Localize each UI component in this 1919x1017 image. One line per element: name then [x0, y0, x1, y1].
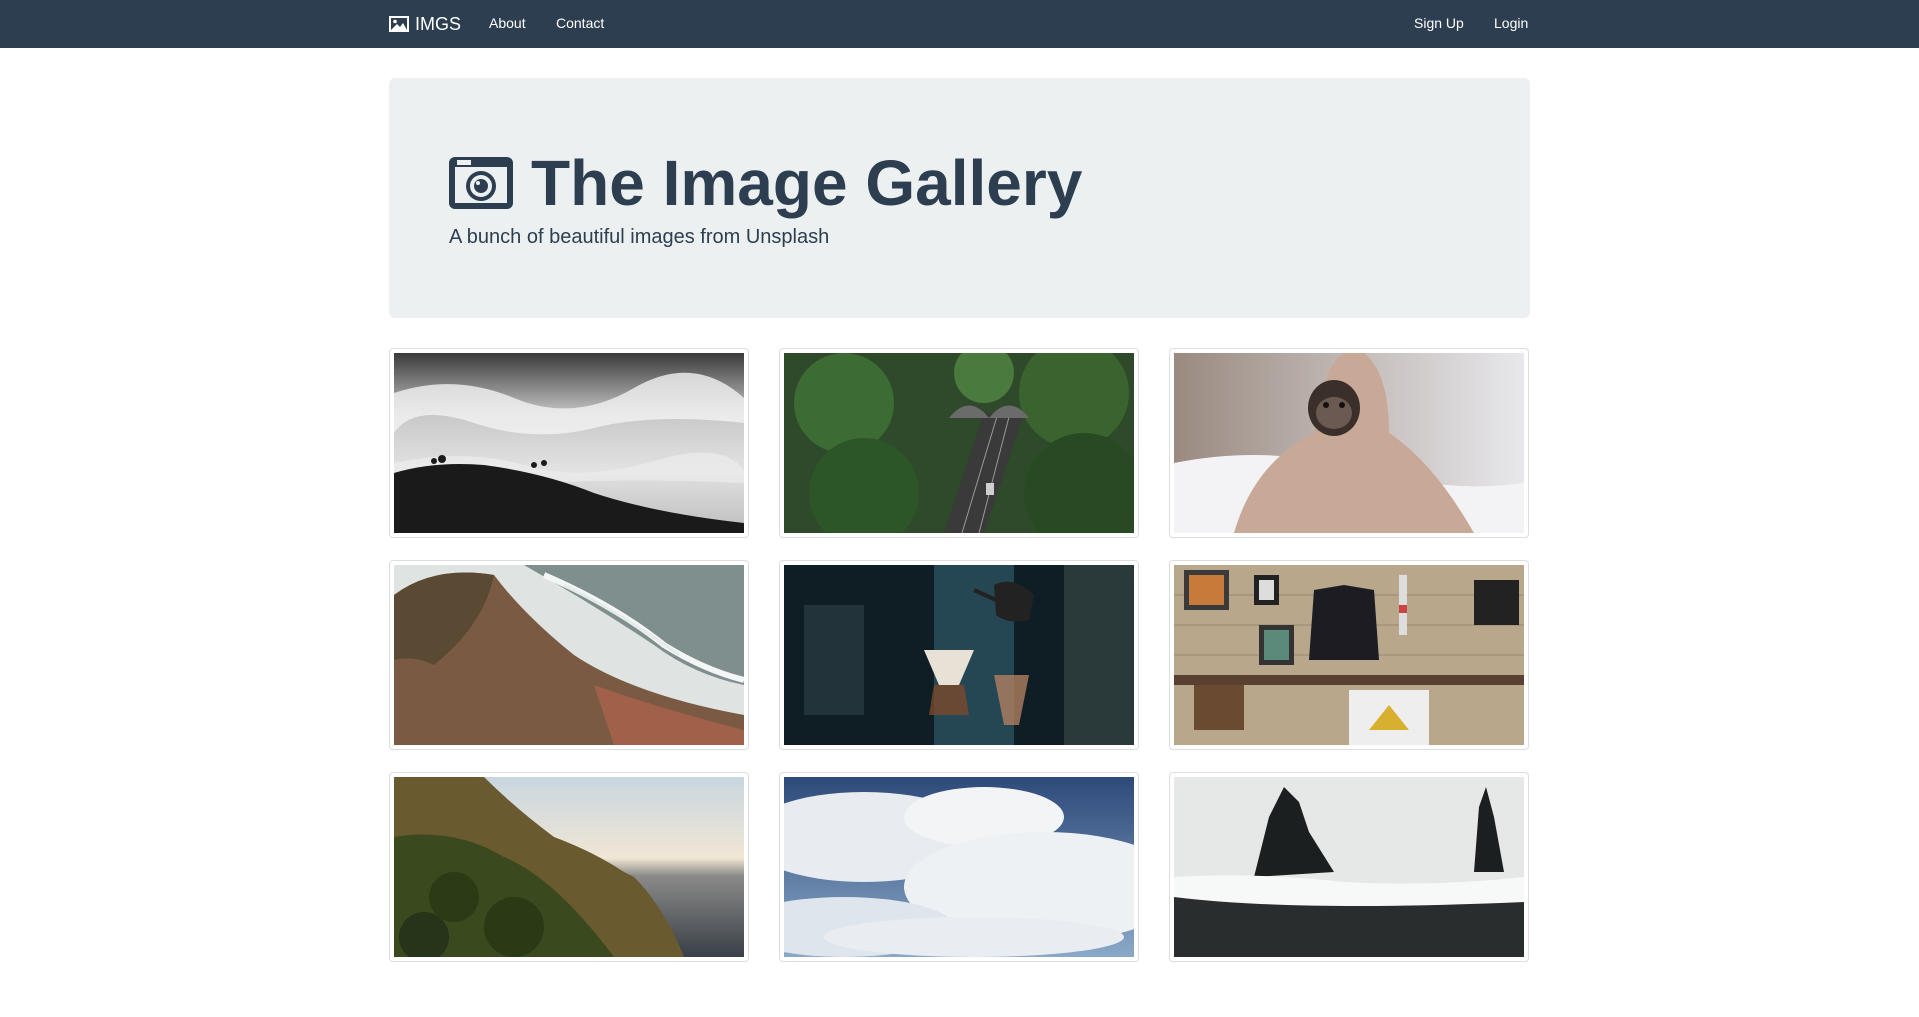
gallery-thumbnail-3[interactable] — [1169, 348, 1529, 538]
hero-jumbotron: The Image Gallery A bunch of beautiful i… — [389, 78, 1530, 318]
gallery-thumbnail-1[interactable] — [389, 348, 749, 538]
brand-label: IMGS — [415, 13, 462, 34]
fog-hills-image — [394, 353, 744, 533]
forest-tunnel-image — [784, 353, 1134, 533]
wall-jacket-image — [1174, 565, 1524, 745]
page-title: The Image Gallery — [449, 146, 1082, 220]
navbar-container: IMGS About Contact Sign Up Login — [389, 0, 1530, 48]
black-sand-beach-image — [1174, 777, 1524, 957]
gallery-thumbnail-5[interactable] — [779, 560, 1139, 750]
gallery-thumbnail-4[interactable] — [389, 560, 749, 750]
gallery-thumbnail-9[interactable] — [1169, 772, 1529, 962]
page-subtitle: A bunch of beautiful images from Unsplas… — [449, 226, 830, 248]
nav-link-login[interactable]: Login — [1494, 0, 1528, 48]
page-title-text: The Image Gallery — [531, 147, 1083, 219]
coastal-cliff-image — [394, 565, 744, 745]
gallery-thumbnail-7[interactable] — [389, 772, 749, 962]
camera-icon — [449, 157, 513, 209]
brand-link[interactable]: IMGS — [389, 0, 461, 48]
gallery-thumbnail-6[interactable] — [1169, 560, 1529, 750]
top-navbar: IMGS About Contact Sign Up Login — [0, 0, 1919, 48]
image-icon — [389, 16, 409, 32]
gallery-thumbnail-2[interactable] — [779, 348, 1139, 538]
pug-blanket-image — [1174, 353, 1524, 533]
nav-link-contact[interactable]: Contact — [556, 0, 604, 48]
coastline-sunset-image — [394, 777, 744, 957]
pour-over-coffee-image — [784, 565, 1134, 745]
nav-link-about[interactable]: About — [489, 0, 526, 48]
cloudy-sky-image — [784, 777, 1134, 957]
gallery-thumbnail-8[interactable] — [779, 772, 1139, 962]
nav-link-signup[interactable]: Sign Up — [1414, 0, 1464, 48]
